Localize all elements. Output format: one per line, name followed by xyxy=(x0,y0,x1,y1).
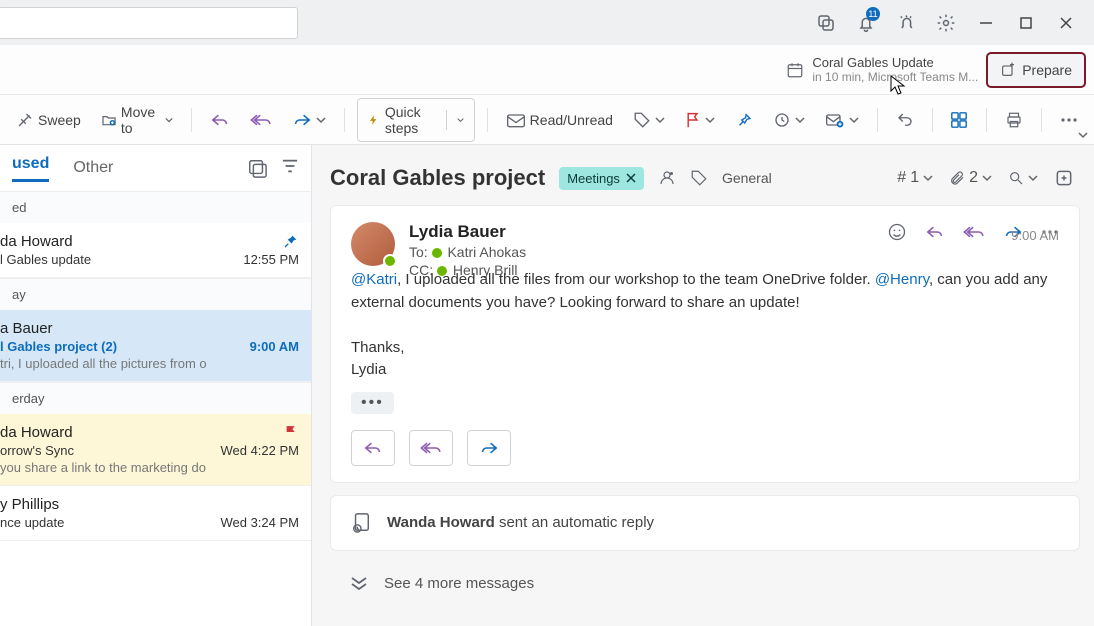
sender-name[interactable]: Lydia Bauer xyxy=(409,222,526,242)
list-item[interactable]: y Phillips nce updateWed 3:24 PM xyxy=(0,486,311,541)
whats-new-icon[interactable] xyxy=(886,3,926,43)
list-item[interactable]: da Howard l Gables update12:55 PM xyxy=(0,223,311,278)
undo-button[interactable] xyxy=(890,107,920,133)
reminder-title: Coral Gables Update xyxy=(812,55,978,70)
print-button[interactable] xyxy=(999,107,1029,133)
reply-icon[interactable] xyxy=(925,224,945,240)
tab-other[interactable]: Other xyxy=(73,159,113,177)
copilot-icon[interactable] xyxy=(806,3,846,43)
mention[interactable]: @Henry xyxy=(875,271,929,288)
autoreply-icon xyxy=(351,512,371,534)
tab-focused[interactable]: used xyxy=(12,155,49,182)
flag-button[interactable] xyxy=(679,107,721,133)
reminder-text[interactable]: Coral Gables Update in 10 min, Microsoft… xyxy=(812,55,978,84)
title-bar: 11 xyxy=(0,0,1094,45)
filter-icon[interactable] xyxy=(281,158,299,174)
calendar-icon xyxy=(786,61,804,79)
reading-pane: Coral Gables project Meetings General #1… xyxy=(312,145,1094,626)
avatar[interactable] xyxy=(351,222,395,266)
zoom-button[interactable] xyxy=(1008,170,1038,186)
prepare-icon xyxy=(1000,62,1016,78)
email-subject: Coral Gables project xyxy=(330,165,545,191)
forward-button[interactable] xyxy=(286,108,332,132)
pin-icon xyxy=(283,233,299,249)
reply-all-button[interactable] xyxy=(244,108,278,132)
thread-count[interactable]: #1 xyxy=(897,169,933,187)
tag-button[interactable] xyxy=(627,107,671,133)
mention[interactable]: @Katri xyxy=(351,271,397,288)
notifications-icon[interactable]: 11 xyxy=(846,3,886,43)
readunread-button[interactable]: Read/Unread xyxy=(500,108,619,132)
maximize-button[interactable] xyxy=(1006,3,1046,43)
reply-all-icon[interactable] xyxy=(963,224,985,240)
autoreply-card[interactable]: Wanda Howard sent an automatic reply xyxy=(330,495,1080,551)
react-icon[interactable] xyxy=(887,222,907,242)
reminder-bar: Coral Gables Update in 10 min, Microsoft… xyxy=(0,45,1094,95)
attachments-count[interactable]: 2 xyxy=(949,169,992,187)
expand-body-button[interactable]: ••• xyxy=(351,392,394,414)
chevron-down-icon xyxy=(316,115,326,125)
chevron-down-icon xyxy=(165,115,173,125)
moveto-button[interactable]: Move to xyxy=(95,100,179,140)
quicksteps-button[interactable]: Quick steps xyxy=(357,98,475,142)
teams-icon[interactable] xyxy=(658,169,676,187)
quick-reply-button[interactable] xyxy=(351,430,395,466)
sweep-button[interactable]: Sweep xyxy=(10,107,87,133)
pin-button[interactable] xyxy=(729,107,759,133)
message-list: used Other ed da Howard l Gables update1… xyxy=(0,145,312,626)
reminder-subtitle: in 10 min, Microsoft Teams M... xyxy=(812,70,978,84)
prepare-button[interactable]: Prepare xyxy=(986,52,1086,88)
message-body: @Katri, I uploaded all the files from ou… xyxy=(351,269,1059,382)
reply-button[interactable] xyxy=(204,108,236,132)
more-button[interactable] xyxy=(1054,113,1084,127)
minimize-button[interactable] xyxy=(966,3,1006,43)
group-header[interactable]: erday xyxy=(0,382,311,414)
list-item[interactable]: a Bauer l Gables project (2)9:00 AM tri,… xyxy=(0,310,311,382)
inbox-tabs: used Other xyxy=(0,145,311,191)
close-icon[interactable] xyxy=(626,173,636,183)
select-icon[interactable] xyxy=(247,158,267,178)
group-header[interactable]: ay xyxy=(0,278,311,310)
command-toolbar: Sweep Move to Quick steps Read/Unread xyxy=(0,95,1094,145)
search-input[interactable] xyxy=(0,7,298,39)
snooze-button[interactable] xyxy=(767,107,811,133)
to-recipient[interactable]: Katri Ahokas xyxy=(447,244,526,260)
chevron-down-icon xyxy=(457,115,464,125)
flag-icon xyxy=(283,424,299,440)
close-button[interactable] xyxy=(1046,3,1086,43)
settings-icon[interactable] xyxy=(926,3,966,43)
immersive-reader-button[interactable] xyxy=(944,107,974,133)
popout-button[interactable] xyxy=(1054,168,1074,188)
chevron-double-down-icon xyxy=(350,576,368,590)
see-more-button[interactable]: See 4 more messages xyxy=(330,563,1080,604)
list-item[interactable]: da Howard orrow's SyncWed 4:22 PM you sh… xyxy=(0,414,311,486)
rules-button[interactable] xyxy=(819,107,865,133)
group-header[interactable]: ed xyxy=(0,191,311,223)
tag-icon[interactable] xyxy=(690,169,708,187)
ribbon-expand-icon[interactable] xyxy=(1078,130,1088,140)
notifications-badge: 11 xyxy=(866,7,880,21)
category-tag[interactable]: Meetings xyxy=(559,167,644,190)
message-card: Lydia Bauer To: Katri Ahokas CC: Henry B… xyxy=(330,205,1080,483)
presence-indicator xyxy=(383,254,397,268)
quick-forward-button[interactable] xyxy=(467,430,511,466)
quick-reply-all-button[interactable] xyxy=(409,430,453,466)
